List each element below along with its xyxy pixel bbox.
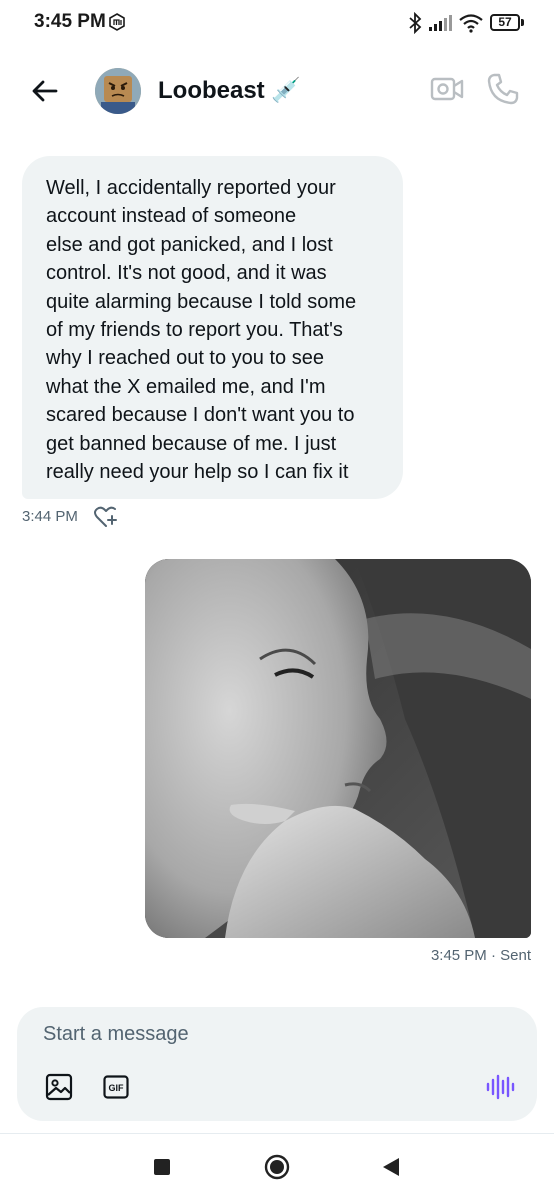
status-time: 3:45 PM: [34, 11, 106, 32]
message-line: of my friends to report you. That's: [46, 319, 343, 342]
received-timestamp: 3:44 PM: [22, 508, 78, 525]
mi-notification-icon: [109, 13, 125, 31]
phone-call-icon[interactable]: [486, 72, 520, 106]
sent-timestamp-status: 3:45 PM · Sent: [430, 947, 531, 964]
battery-tip: [521, 19, 524, 26]
video-call-icon[interactable]: [430, 74, 464, 104]
message-line: control. It's not good, and it was: [46, 262, 327, 285]
status-bar: 3:45 PM 57: [0, 0, 554, 48]
message-line: quite alarming because I told some: [46, 290, 357, 313]
received-message-bubble[interactable]: Well, I accidentally reported your accou…: [22, 156, 403, 499]
voice-message-icon[interactable]: [485, 1073, 515, 1101]
message-line: account instead of someone: [46, 205, 297, 228]
back-arrow-icon[interactable]: [28, 74, 62, 108]
gif-icon[interactable]: GIF: [103, 1075, 129, 1099]
message-line: get banned because of me. I just: [46, 432, 337, 455]
message-input[interactable]: [43, 1023, 463, 1046]
conversation-header: Loobeast 💉: [0, 48, 554, 134]
bluetooth-icon: [409, 12, 422, 34]
message-line: else and got panicked, and I lost: [46, 233, 333, 256]
image-attach-icon[interactable]: [45, 1073, 73, 1101]
recents-button[interactable]: [154, 1159, 170, 1175]
message-line: why I reached out to you to see: [46, 347, 324, 370]
battery-indicator: 57: [490, 14, 520, 31]
home-button[interactable]: [264, 1154, 290, 1180]
nav-divider: [0, 1133, 554, 1134]
sent-photo[interactable]: [145, 559, 531, 938]
nav-back-button[interactable]: [381, 1157, 401, 1177]
signal-icon: [429, 15, 452, 31]
message-composer: GIF: [17, 1007, 537, 1121]
message-line: Well, I accidentally reported your: [46, 177, 336, 199]
message-line: scared because I don't want you to: [46, 404, 355, 427]
message-line: what the X emailed me, and I'm: [46, 375, 326, 398]
add-reaction-heart-icon[interactable]: [93, 505, 119, 529]
wifi-icon: [459, 14, 483, 33]
avatar-image: [95, 68, 141, 114]
avatar[interactable]: [95, 68, 141, 114]
gif-label: GIF: [109, 1083, 125, 1093]
message-line: really need your help so I can fix it: [46, 461, 349, 484]
contact-name[interactable]: Loobeast 💉: [158, 76, 301, 105]
baby-photo-image: [145, 559, 531, 938]
